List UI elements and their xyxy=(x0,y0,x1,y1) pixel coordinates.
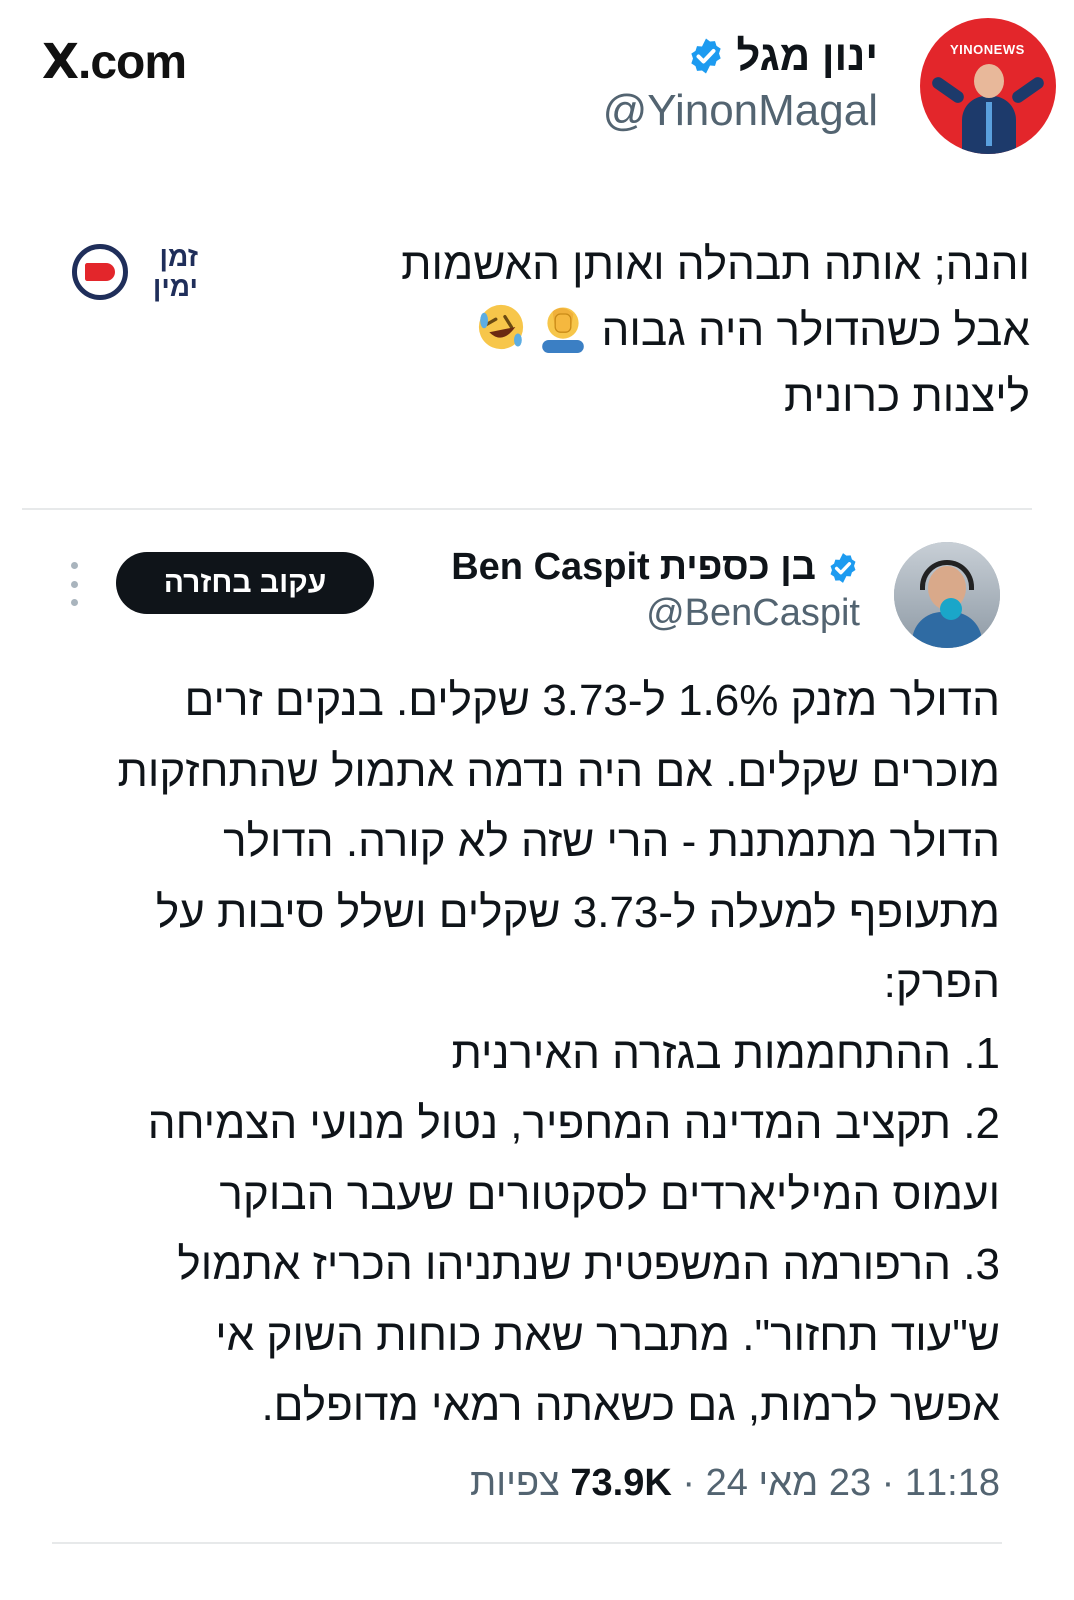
divider xyxy=(52,1542,1002,1544)
quoted-line: מתעופף למעלה ל-3.73 שקלים ושלל סיבות על xyxy=(155,887,1000,937)
author-avatar[interactable]: YINONEWS xyxy=(920,18,1056,154)
verified-badge-icon xyxy=(830,552,856,583)
face-palm-icon xyxy=(542,307,585,353)
verified-badge-icon xyxy=(691,38,722,74)
tweet-time[interactable]: 11:18 xyxy=(905,1462,1000,1504)
tweet-line: ליצנות כרונית xyxy=(784,372,1030,421)
quoted-line: מוכרים שקלים. אם היה נדמה אתמול שהתחזקות xyxy=(117,746,1000,796)
tweet-line: אבל כשהדולר היה גבוה xyxy=(310,298,1030,364)
rolling-laughing-icon xyxy=(479,304,524,350)
quoted-line: 1. ההתחממות בגזרה האירנית xyxy=(451,1028,1000,1078)
x-logo-icon: X xyxy=(42,34,79,90)
quoted-line: 2. תקציב המדינה המחפיר, נטול מנועי הצמיח… xyxy=(147,1099,1000,1148)
site-brand: X.com xyxy=(42,34,187,90)
tweet-line: והנה; אותה תבהלה ואותן האשמות xyxy=(401,240,1030,289)
views-count: 73.9K xyxy=(570,1462,672,1504)
author-name[interactable]: ינון מגל xyxy=(686,32,878,80)
more-options-icon[interactable] xyxy=(64,562,84,606)
quoted-author-avatar[interactable] xyxy=(894,542,1000,648)
clock-megaphone-icon xyxy=(72,244,128,300)
quoted-line: הפרק: xyxy=(883,958,1000,1007)
tweet-metadata: 11:18 · 23 מאי 24 · 73.9K צפיות xyxy=(469,1462,1000,1504)
quoted-line: ועמוס המיליארדים לסקטורים שעבר הבוקר xyxy=(219,1169,1000,1219)
divider xyxy=(22,508,1032,510)
follow-back-button[interactable]: עקוב בחזרה xyxy=(116,552,374,614)
quoted-name-latin: Ben Caspit xyxy=(451,546,650,588)
tweet-date[interactable]: 23 מאי 24 xyxy=(706,1462,872,1504)
author-handle[interactable]: @YinonMagal xyxy=(603,86,878,136)
quoted-line: הדולר מתמתנת - הרי שזה לא קורה. הדולר xyxy=(223,817,1000,866)
author-name-text: ינון מגל xyxy=(736,32,878,79)
quoted-author-handle[interactable]: @BenCaspit xyxy=(646,592,860,635)
avatar-label: YINONEWS xyxy=(950,42,1025,57)
quoted-name-hebrew: בן כספית xyxy=(659,546,816,588)
watermark-logo: זמן ימין xyxy=(72,242,202,306)
brand-domain: .com xyxy=(78,36,187,89)
views-label: צפיות xyxy=(469,1462,560,1504)
tweet-text: והנה; אותה תבהלה ואותן האשמות אבל כשהדול… xyxy=(310,232,1030,430)
quoted-tweet-text: הדולר מזנק 1.6% ל-3.73 שקלים. בנקים זרים… xyxy=(40,666,1000,1442)
quoted-line: ש"עוד תחזור". מתברר שאת כוחות השוק אי xyxy=(215,1310,1000,1360)
quoted-line: הדולר מזנק 1.6% ל-3.73 שקלים. בנקים זרים xyxy=(184,676,1000,725)
quoted-line: 3. הרפורמה המשפטית שנתניהו הכריז אתמול xyxy=(177,1240,1000,1289)
quoted-author-name[interactable]: בן כספית Ben Caspit xyxy=(451,546,860,589)
quoted-line: אפשר לרמות, גם כשאתה רמאי מדופלם. xyxy=(261,1381,1000,1430)
